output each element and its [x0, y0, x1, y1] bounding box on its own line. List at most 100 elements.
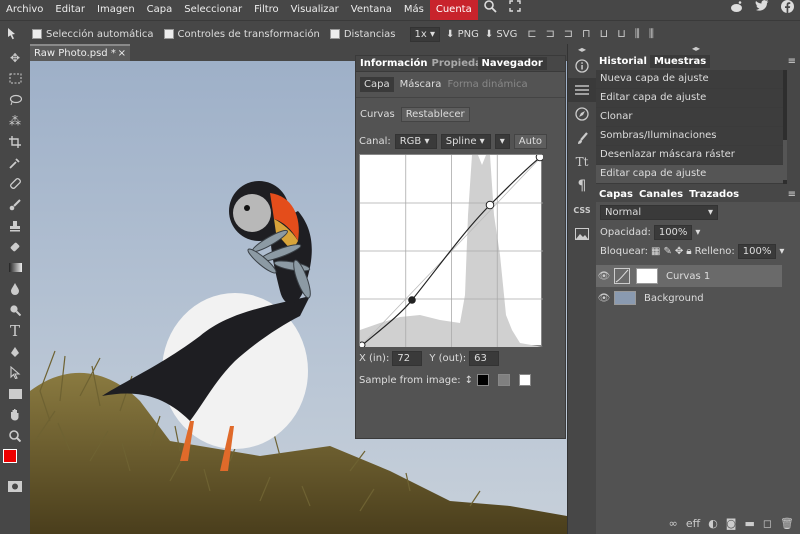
mode-select[interactable]: Spline ▾ [440, 133, 491, 149]
link-layers-icon[interactable]: ∞ [669, 517, 678, 530]
delete-layer-icon[interactable]: 🗑︎ [780, 517, 794, 530]
pen-tool-icon[interactable] [0, 341, 30, 362]
sample-white-point[interactable] [519, 374, 532, 386]
export-png-button[interactable]: ⬇ PNG [446, 29, 479, 40]
shape-tool-icon[interactable] [0, 383, 30, 404]
curve-point[interactable] [485, 200, 495, 210]
dropdown-button[interactable]: ▾ [494, 133, 510, 149]
sample-black-point[interactable] [477, 374, 490, 386]
clone-stamp-icon[interactable] [0, 215, 30, 236]
account-button[interactable]: Cuenta [429, 0, 478, 20]
align-center-icon[interactable]: ⊐ [546, 27, 555, 41]
visibility-eye-icon[interactable]: 👁︎ [596, 271, 612, 282]
lock-all-icon[interactable]: 🔒︎ [686, 246, 691, 257]
transform-controls-checkbox[interactable] [163, 29, 174, 39]
eyedropper-icon[interactable] [0, 152, 30, 173]
lock-paint-icon[interactable]: ✎ [663, 246, 671, 257]
brush-tool-icon[interactable] [0, 194, 30, 215]
list-item[interactable]: Clonar [596, 108, 783, 127]
layer-row[interactable]: 👁︎ Background [596, 287, 800, 309]
twitter-icon[interactable] [749, 0, 775, 20]
eraser-icon[interactable] [0, 236, 30, 257]
quick-mask-icon[interactable] [0, 476, 30, 497]
auto-button[interactable]: Auto [513, 133, 547, 149]
zoom-tool-icon[interactable] [0, 425, 30, 446]
blend-mode-select[interactable]: Normal ▾ [600, 205, 718, 220]
tab-muestras[interactable]: Muestras [649, 55, 711, 68]
menu-imagen[interactable]: Imagen [91, 0, 141, 20]
menu-ventana[interactable]: Ventana [345, 0, 398, 20]
collapse-icon[interactable]: ◂▸ [568, 44, 596, 54]
brush-settings-icon[interactable] [568, 126, 596, 150]
sample-gray-point[interactable] [498, 374, 511, 386]
foreground-color[interactable] [3, 449, 17, 463]
visibility-eye-icon[interactable]: 👁︎ [596, 293, 612, 304]
adjustment-layer-icon[interactable]: ◐ [708, 517, 718, 530]
distances-checkbox[interactable] [329, 29, 340, 39]
marquee-tool-icon[interactable] [0, 68, 30, 89]
character-icon[interactable]: Tt [568, 150, 596, 174]
x-input[interactable]: 72 [392, 351, 423, 366]
gradient-tool-icon[interactable] [0, 257, 30, 278]
transform-controls-option[interactable]: Controles de transformación [163, 29, 320, 40]
crop-tool-icon[interactable] [0, 131, 30, 152]
fill-input[interactable]: 100% [737, 244, 777, 259]
tab-navegador[interactable]: Navegador [477, 57, 547, 70]
info-icon[interactable] [568, 54, 596, 78]
properties-icon[interactable] [568, 78, 596, 102]
tab-historial[interactable]: Historial [596, 56, 650, 67]
list-item[interactable]: Nueva capa de ajuste [596, 70, 783, 89]
list-item[interactable]: Editar capa de ajuste [596, 89, 783, 108]
path-select-icon[interactable] [0, 362, 30, 383]
curve-point-start[interactable] [358, 341, 366, 349]
css-icon[interactable]: CSS [568, 198, 596, 222]
menu-capa[interactable]: Capa [141, 0, 179, 20]
collapse-icon[interactable]: ◂▸ [596, 44, 800, 54]
distribute-h-icon[interactable]: ⫼ [635, 27, 640, 41]
menu-filtro[interactable]: Filtro [248, 0, 285, 20]
reset-button[interactable]: Restablecer [400, 106, 470, 122]
subtab-mascara[interactable]: Máscara [400, 79, 442, 90]
align-right-icon[interactable]: ⊐ [564, 27, 573, 41]
subtab-forma-dinamica[interactable]: Forma dinámica [447, 79, 527, 90]
curves-graph[interactable] [358, 152, 545, 349]
navigator-icon[interactable] [568, 102, 596, 126]
reddit-icon[interactable] [724, 0, 749, 20]
list-item[interactable]: Desenlazar máscara ráster [596, 146, 783, 165]
dodge-tool-icon[interactable] [0, 299, 30, 320]
new-layer-icon[interactable]: ◻ [763, 517, 772, 530]
tab-trazados[interactable]: Trazados [686, 189, 742, 200]
panel-menu-icon[interactable]: ≡ [788, 56, 800, 67]
hand-tool-icon[interactable] [0, 404, 30, 425]
layer-mask-thumbnail[interactable] [636, 268, 658, 284]
opacity-input[interactable]: 100% [653, 225, 693, 240]
fullscreen-icon[interactable] [503, 0, 527, 20]
lasso-tool-icon[interactable] [0, 89, 30, 110]
layer-thumbnail[interactable] [614, 291, 636, 305]
list-item[interactable]: Editar capa de ajuste [596, 165, 783, 184]
curve-point-end[interactable] [535, 152, 545, 162]
opacity-dropdown-icon[interactable]: ▾ [695, 227, 700, 238]
type-tool-icon[interactable]: T [0, 320, 30, 341]
menu-editar[interactable]: Editar [49, 0, 91, 20]
align-top-icon[interactable]: ⊓ [582, 27, 591, 41]
add-mask-icon[interactable]: ◙ [726, 517, 737, 530]
y-input[interactable]: 63 [469, 351, 500, 366]
menu-visualizar[interactable]: Visualizar [285, 0, 345, 20]
move-tool-icon[interactable]: ✥ [0, 47, 30, 68]
move-tool-icon[interactable] [0, 24, 26, 45]
close-icon[interactable]: × [118, 46, 126, 61]
auto-select-checkbox[interactable] [32, 29, 42, 39]
menu-seleccionar[interactable]: Seleccionar [178, 0, 248, 20]
paragraph-icon[interactable]: ¶ [568, 174, 596, 198]
subtab-capa[interactable]: Capa [360, 77, 394, 92]
menu-mas[interactable]: Más [398, 0, 430, 20]
blur-tool-icon[interactable] [0, 278, 30, 299]
new-folder-icon[interactable]: ▬ [744, 517, 754, 530]
layer-effects-icon[interactable]: eff [686, 517, 700, 530]
search-icon[interactable] [478, 0, 503, 20]
tab-propiedades[interactable]: Propiedades [430, 58, 478, 69]
history-scrollbar[interactable] [783, 70, 787, 184]
list-item[interactable]: Sombras/Iluminaciones [596, 127, 783, 146]
healing-brush-icon[interactable] [0, 173, 30, 194]
